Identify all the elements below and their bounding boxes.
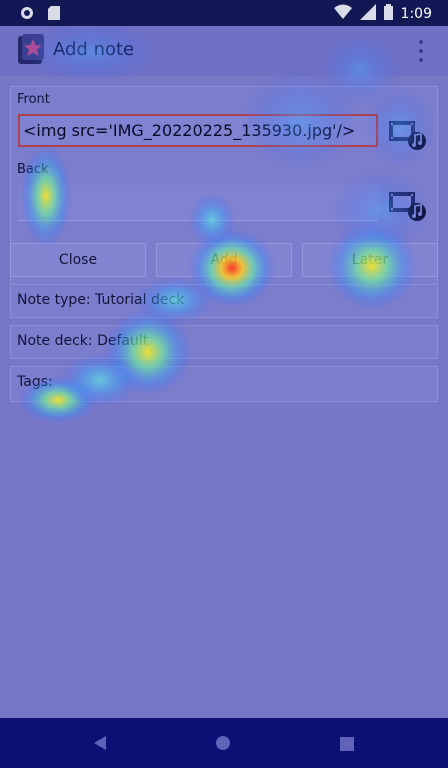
note-deck-selector[interactable]: Note deck: Default bbox=[10, 325, 438, 359]
film-music-icon bbox=[389, 192, 426, 221]
back-icon[interactable] bbox=[92, 735, 108, 755]
add-button[interactable]: Add bbox=[156, 243, 292, 277]
back-media-button[interactable] bbox=[389, 190, 429, 222]
note-editor: Front <img src='IMG_20220225_135930.jpg'… bbox=[0, 76, 448, 718]
overflow-menu-icon[interactable] bbox=[416, 38, 426, 64]
battery-icon bbox=[383, 4, 393, 24]
clock: 1:09 bbox=[400, 6, 432, 22]
page-title: Add note bbox=[53, 39, 135, 60]
app-bar: Add note bbox=[0, 26, 448, 76]
back-field[interactable] bbox=[18, 185, 378, 221]
status-bar: 1:09 bbox=[0, 0, 448, 26]
front-media-button[interactable] bbox=[389, 119, 429, 151]
tags-field[interactable]: Tags: bbox=[10, 366, 438, 402]
later-button[interactable]: Later bbox=[302, 243, 438, 277]
recent-apps-icon[interactable] bbox=[340, 736, 354, 755]
home-icon[interactable] bbox=[215, 735, 231, 755]
back-label: Back bbox=[17, 162, 49, 177]
action-buttons: Close Add Later bbox=[10, 243, 438, 277]
wifi-icon bbox=[333, 4, 352, 24]
front-label: Front bbox=[17, 92, 50, 107]
star-deck-icon[interactable] bbox=[16, 34, 46, 66]
front-field[interactable]: <img src='IMG_20220225_135930.jpg'/> bbox=[18, 114, 378, 147]
sd-card-icon bbox=[48, 5, 60, 24]
film-music-icon bbox=[389, 121, 426, 150]
signal-icon bbox=[359, 4, 376, 24]
notification-dot-icon bbox=[20, 5, 34, 24]
navigation-bar bbox=[0, 718, 448, 768]
note-type-selector[interactable]: Note type: Tutorial deck bbox=[10, 284, 438, 318]
close-button[interactable]: Close bbox=[10, 243, 146, 277]
